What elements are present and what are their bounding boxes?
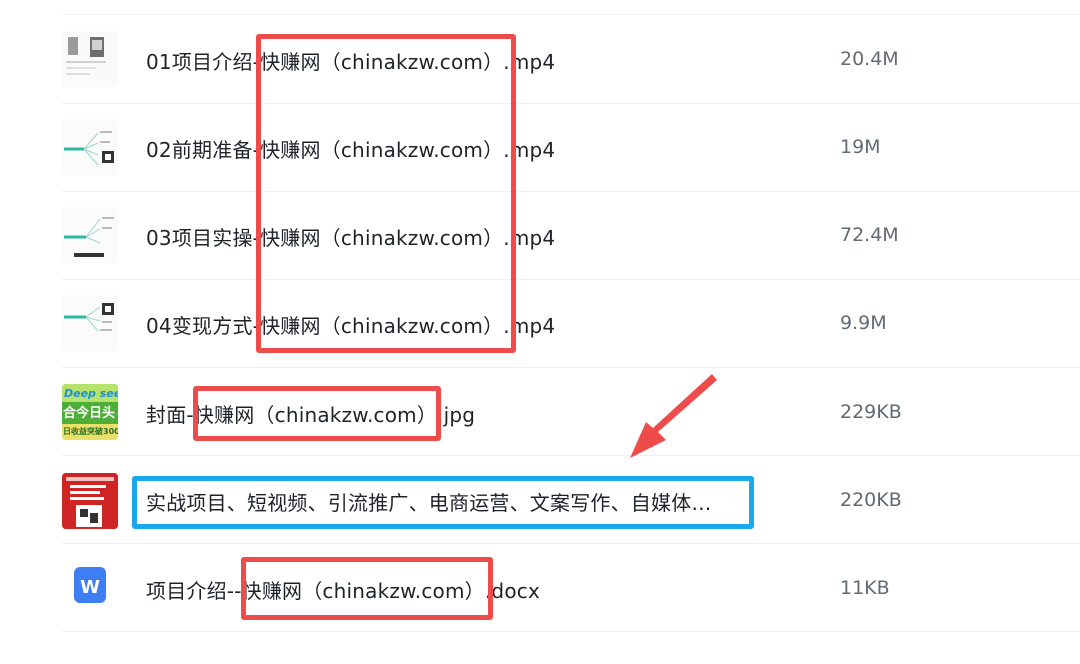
file-name[interactable]: 03项目实操-快赚网（chinakzw.com）.mp4: [146, 222, 555, 251]
file-row-1[interactable]: 01项目介绍-快赚网（chinakzw.com）.mp4 20.4M: [0, 15, 1080, 103]
file-row-7[interactable]: W 项目介绍--快赚网（chinakzw.com）.docx 11KB: [0, 543, 1080, 631]
divider: [62, 631, 1080, 632]
cover-text-2: 合今日头: [63, 405, 115, 421]
file-size: 20.4M: [840, 48, 899, 70]
word-doc-icon: W: [72, 563, 108, 607]
file-row-3[interactable]: 03项目实操-快赚网（chinakzw.com）.mp4 72.4M: [0, 191, 1080, 279]
mindmap-thumb-icon: [62, 295, 118, 351]
file-size: 9.9M: [840, 312, 887, 334]
file-name[interactable]: 02前期准备-快赚网（chinakzw.com）.mp4: [146, 134, 555, 163]
mindmap-thumb-icon: [62, 119, 118, 175]
file-size: 72.4M: [840, 224, 899, 246]
file-size: 229KB: [840, 401, 902, 423]
arrow-icon: [630, 374, 717, 458]
file-name[interactable]: 04变现方式-快赚网（chinakzw.com）.mp4: [146, 310, 555, 339]
cover-text-3: 日收益突破300: [63, 426, 118, 436]
video-thumb-icon: [62, 31, 118, 87]
file-list: 01项目介绍-快赚网（chinakzw.com）.mp4 20.4M 02前期准…: [0, 0, 1080, 664]
word-letter: W: [80, 577, 100, 598]
file-size: 11KB: [840, 577, 890, 599]
cover-text-1: Deep seek: [64, 387, 118, 400]
file-size: 19M: [840, 136, 881, 158]
file-row-5[interactable]: Deep seek 合今日头 日收益突破300 封面-快赚网（chinakzw.…: [0, 367, 1080, 455]
file-name[interactable]: 项目介绍--快赚网（chinakzw.com）.docx: [146, 575, 540, 604]
cover-image-icon: Deep seek 合今日头 日收益突破300: [62, 384, 118, 440]
file-name[interactable]: 封面-快赚网（chinakzw.com）.jpg: [146, 399, 475, 428]
promo-image-icon: [62, 473, 118, 529]
file-row-4[interactable]: 04变现方式-快赚网（chinakzw.com）.mp4 9.9M: [0, 279, 1080, 367]
file-row-6[interactable]: 实战项目、短视频、引流推广、电商运营、文案写作、自媒体… 220KB: [0, 455, 1080, 543]
file-name[interactable]: 实战项目、短视频、引流推广、电商运营、文案写作、自媒体…: [146, 487, 712, 516]
file-size: 220KB: [840, 489, 902, 511]
file-name[interactable]: 01项目介绍-快赚网（chinakzw.com）.mp4: [146, 46, 555, 75]
file-row-2[interactable]: 02前期准备-快赚网（chinakzw.com）.mp4 19M: [0, 103, 1080, 191]
mindmap-thumb-icon: [62, 207, 118, 263]
